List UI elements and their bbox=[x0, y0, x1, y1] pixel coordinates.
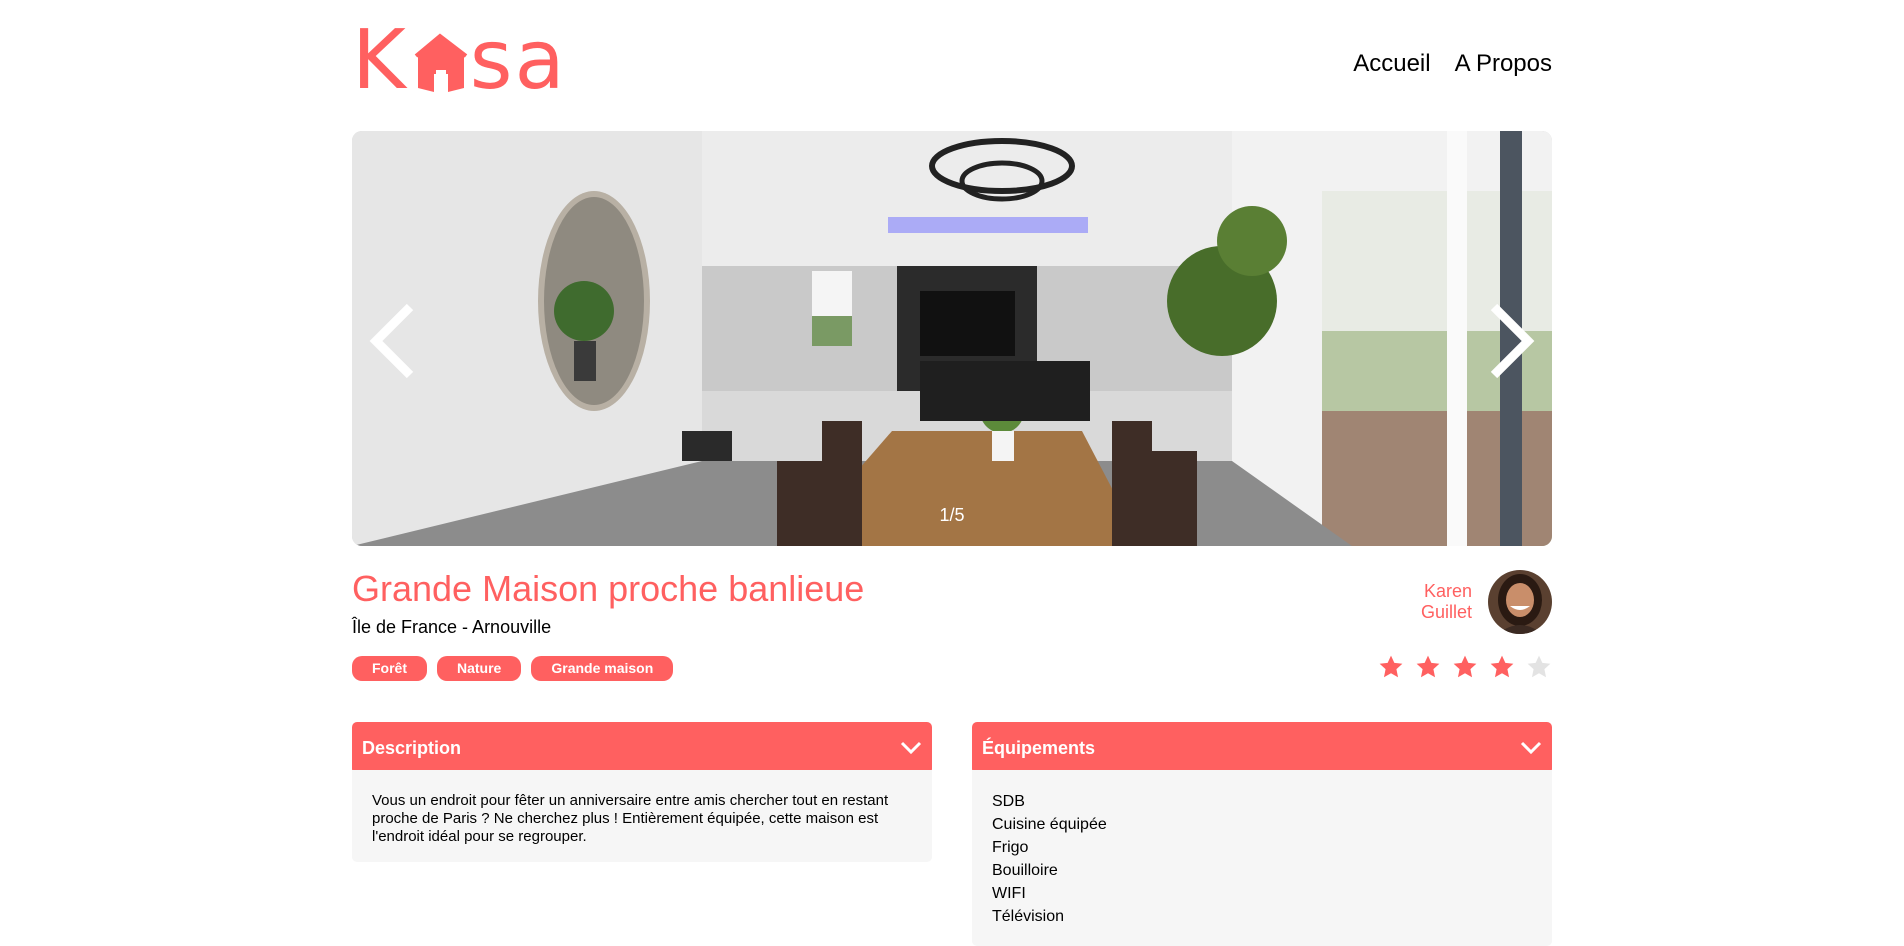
previous-photo-arrow-icon[interactable] bbox=[366, 301, 426, 381]
description-label: Description bbox=[362, 737, 462, 758]
host-avatar bbox=[1488, 570, 1552, 634]
description-toggle[interactable]: Description bbox=[352, 722, 932, 774]
listing-photo bbox=[352, 131, 1552, 546]
description-body: Vous un endroit pour fêter un anniversai… bbox=[352, 770, 932, 862]
star-filled-icon bbox=[1490, 655, 1514, 678]
equipments-body: SDB Cuisine équipée Frigo Bouilloire WIF… bbox=[972, 770, 1552, 946]
host-name: Karen Guillet bbox=[1382, 581, 1472, 623]
star-filled-icon bbox=[1453, 655, 1477, 678]
star-filled-icon bbox=[1379, 655, 1403, 678]
house-icon bbox=[414, 33, 468, 92]
equipment-item: Télévision bbox=[992, 908, 1065, 925]
kasa-logo[interactable]: K sa bbox=[352, 13, 567, 108]
nav-link-a-propos[interactable]: A Propos bbox=[1455, 50, 1552, 78]
chevron-down-icon[interactable] bbox=[900, 741, 922, 755]
host-first-name: Karen bbox=[1423, 581, 1472, 601]
host-card: Karen Guillet bbox=[1382, 570, 1552, 634]
host-last-name: Guillet bbox=[1420, 602, 1472, 622]
description-collapse: Description Vous un endroit pour fêter u… bbox=[352, 722, 932, 862]
star-filled-icon bbox=[1416, 655, 1440, 678]
equipments-toggle[interactable]: Équipements bbox=[972, 722, 1552, 774]
equipment-item: Frigo bbox=[992, 839, 1029, 856]
nav-link-accueil[interactable]: Accueil bbox=[1353, 50, 1430, 78]
description-text: Vous un endroit pour fêter un anniversai… bbox=[372, 792, 889, 845]
equipment-list: SDB Cuisine équipée Frigo Bouilloire WIF… bbox=[992, 790, 1532, 928]
tag: Forêt bbox=[352, 656, 427, 681]
logo-letter-k: K bbox=[352, 13, 408, 108]
chevron-down-icon[interactable] bbox=[1520, 741, 1542, 755]
tag-list: Forêt Nature Grande maison bbox=[352, 656, 674, 681]
listing-location: Île de France - Arnouville bbox=[352, 617, 552, 637]
tag: Nature bbox=[437, 656, 522, 681]
photo-gallery: 1/5 bbox=[352, 131, 1552, 546]
star-empty-icon bbox=[1527, 655, 1551, 678]
header: K sa Accueil A Propos bbox=[352, 13, 1552, 108]
rating-stars bbox=[1378, 654, 1552, 680]
tag: Grande maison bbox=[531, 656, 674, 681]
equipment-item: Cuisine équipée bbox=[992, 816, 1107, 833]
equipments-collapse: Équipements SDB Cuisine équipée Frigo Bo… bbox=[972, 722, 1552, 946]
listing-title: Grande Maison proche banlieue bbox=[352, 568, 865, 609]
photo-counter: 1/5 bbox=[939, 505, 965, 525]
logo-letters-sa: sa bbox=[469, 13, 567, 108]
main-nav: Accueil A Propos bbox=[1353, 50, 1552, 78]
equipment-item: WIFI bbox=[992, 885, 1026, 902]
equipments-label: Équipements bbox=[982, 737, 1096, 758]
next-photo-arrow-icon[interactable] bbox=[1478, 301, 1538, 381]
equipment-item: SDB bbox=[992, 793, 1025, 810]
equipment-item: Bouilloire bbox=[992, 862, 1058, 879]
